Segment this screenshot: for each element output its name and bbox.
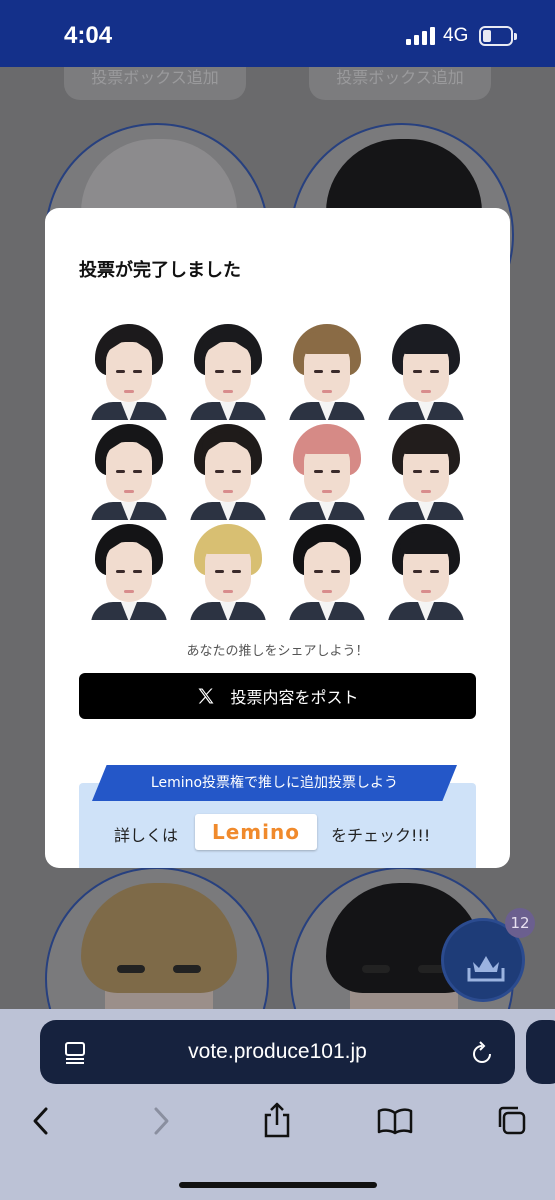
tabs-icon[interactable] <box>495 1104 527 1136</box>
post-button-label: 投票内容をポスト <box>230 688 359 707</box>
trainee-portrait <box>184 520 272 620</box>
next-tab-address-bar[interactable] <box>526 1020 555 1084</box>
vote-complete-dialog: 投票が完了しました あなたの推しをシェアしよう！ 投票内容をポスト Lemino… <box>45 208 510 868</box>
ranking-count-badge: 12 <box>505 908 535 938</box>
post-to-x-button[interactable]: 投票内容をポスト <box>79 673 476 719</box>
trainee-portrait <box>382 420 470 520</box>
trainee-portrait <box>283 520 371 620</box>
lemino-logo-text: Lemino <box>212 820 300 844</box>
bookmarks-icon[interactable] <box>377 1107 413 1135</box>
address-bar[interactable]: vote.produce101.jp <box>40 1020 515 1084</box>
add-vote-box-button-right: 投票ボックス追加 <box>309 67 491 100</box>
trainee-portrait <box>382 320 470 420</box>
battery-icon <box>479 26 517 46</box>
x-logo-icon <box>198 688 214 704</box>
voted-trainees-grid <box>85 320 477 620</box>
lemino-promo-banner: Lemino投票権で推しに追加投票しよう <box>92 765 457 801</box>
network-type: 4G <box>443 25 469 46</box>
share-icon[interactable] <box>262 1101 292 1139</box>
dialog-title: 投票が完了しました <box>79 260 241 281</box>
lemino-prefix-text: 詳しくは <box>114 826 179 845</box>
lemino-suffix-text: をチェック!!! <box>331 826 431 845</box>
status-bar: 4:04 4G <box>0 0 555 67</box>
trainee-portrait <box>85 320 173 420</box>
home-indicator <box>179 1182 377 1188</box>
reload-icon[interactable] <box>470 1040 494 1066</box>
lemino-logo-link[interactable]: Lemino <box>195 814 317 850</box>
trainee-portrait <box>283 420 371 520</box>
browser-chrome: vote.produce101.jp <box>0 1009 555 1200</box>
lemino-promo-row: 詳しくは Lemino をチェック!!! <box>79 814 476 850</box>
status-time: 4:04 <box>64 22 113 49</box>
share-prompt: あなたの推しをシェアしよう！ <box>186 644 369 659</box>
trainee-portrait <box>85 420 173 520</box>
trainee-card-photo <box>45 867 269 1009</box>
forward-icon[interactable] <box>150 1105 172 1137</box>
back-icon[interactable] <box>30 1105 52 1137</box>
add-vote-box-button-left: 投票ボックス追加 <box>64 67 246 100</box>
url-text: vote.produce101.jp <box>188 1040 367 1063</box>
trainee-portrait <box>184 320 272 420</box>
crown-icon <box>467 956 505 982</box>
cellular-signal-icon <box>406 27 436 45</box>
trainee-portrait <box>283 320 371 420</box>
trainee-portrait <box>382 520 470 620</box>
trainee-portrait <box>184 420 272 520</box>
trainee-portrait <box>85 520 173 620</box>
